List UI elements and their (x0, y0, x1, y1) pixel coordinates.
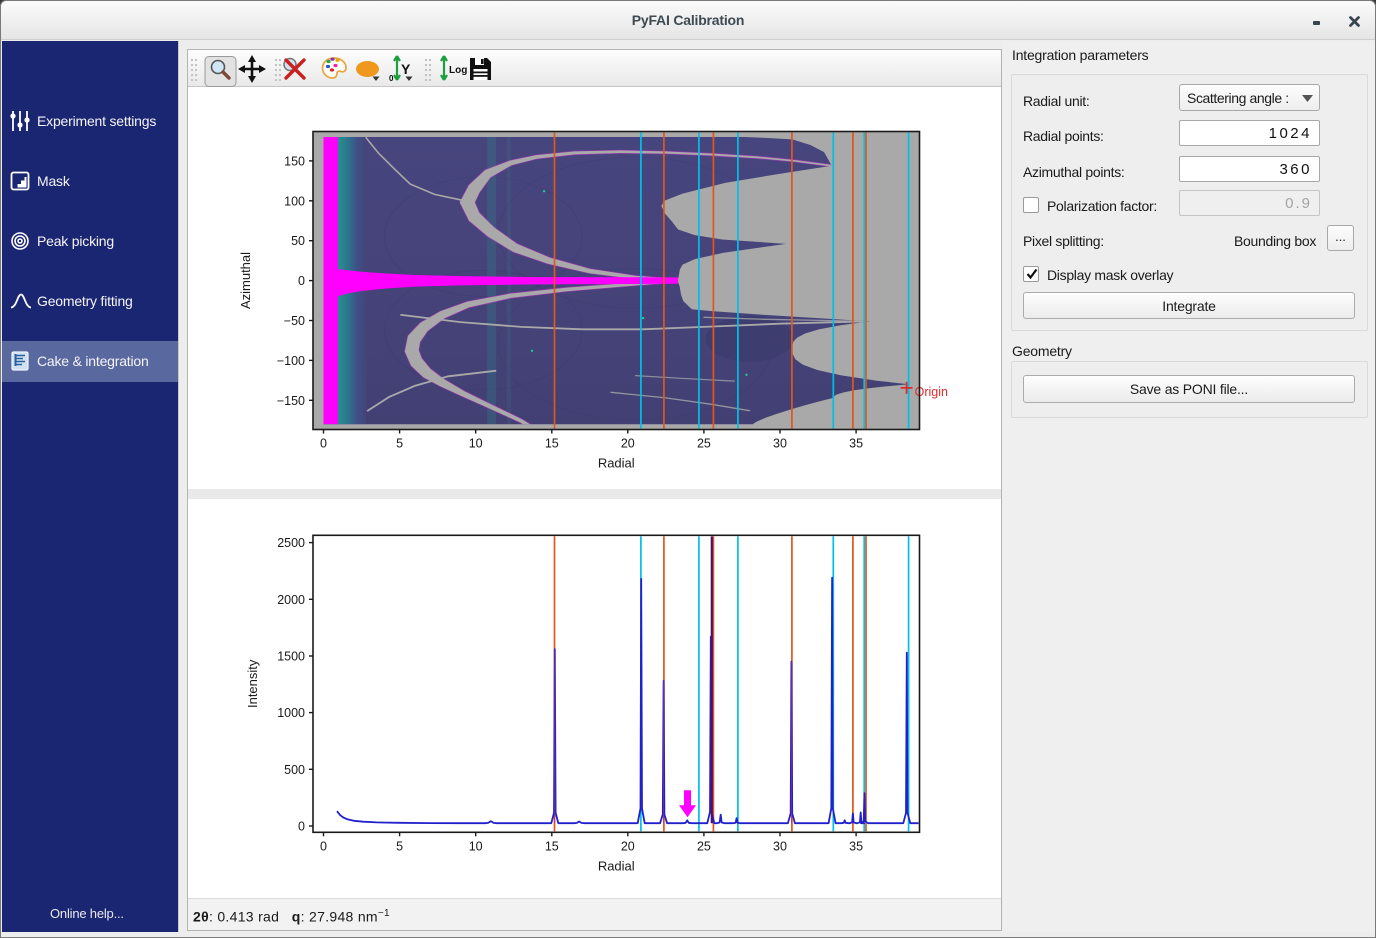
svg-text:15: 15 (545, 437, 559, 451)
svg-text:15: 15 (545, 839, 559, 853)
svg-text:−50: −50 (284, 314, 305, 328)
svg-text:Y: Y (401, 61, 411, 77)
svg-text:35: 35 (849, 437, 863, 451)
svg-text:0: 0 (320, 437, 327, 451)
svg-text:2000: 2000 (277, 593, 305, 607)
svg-text:500: 500 (284, 763, 305, 777)
svg-text:5: 5 (396, 437, 403, 451)
svg-text:Radial: Radial (598, 858, 635, 873)
svg-text:1500: 1500 (277, 650, 305, 664)
svg-text:0: 0 (298, 274, 305, 288)
svg-text:10: 10 (469, 437, 483, 451)
svg-text:150: 150 (284, 154, 305, 168)
svg-text:0: 0 (389, 74, 394, 83)
svg-text:10: 10 (469, 839, 483, 853)
svg-text:25: 25 (697, 437, 711, 451)
svg-text:20: 20 (621, 839, 635, 853)
svg-text:5: 5 (396, 839, 403, 853)
svg-text:25: 25 (697, 839, 711, 853)
svg-text:Azimuthal: Azimuthal (238, 252, 253, 309)
svg-text:35: 35 (849, 839, 863, 853)
svg-text:−150: −150 (277, 394, 305, 408)
svg-text:30: 30 (773, 839, 787, 853)
svg-text:1000: 1000 (277, 706, 305, 720)
svg-text:−100: −100 (277, 354, 305, 368)
svg-text:Intensity: Intensity (245, 659, 260, 708)
svg-text:30: 30 (773, 437, 787, 451)
svg-text:2500: 2500 (277, 536, 305, 550)
svg-text:Radial: Radial (598, 456, 635, 471)
svg-text:Log: Log (449, 65, 467, 76)
svg-text:100: 100 (284, 194, 305, 208)
svg-text:0: 0 (320, 839, 327, 853)
svg-text:20: 20 (621, 437, 635, 451)
svg-text:0: 0 (298, 820, 305, 834)
svg-text:50: 50 (291, 234, 305, 248)
